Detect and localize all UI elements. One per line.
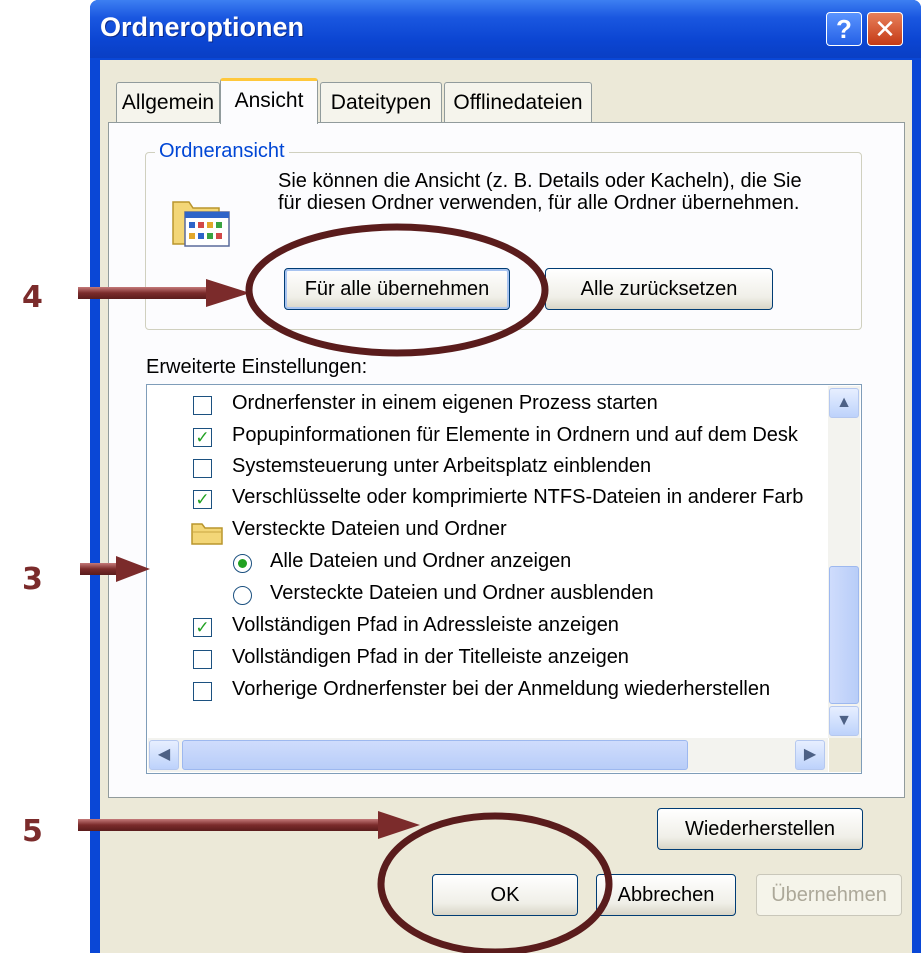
annotation-label-4: 4 bbox=[22, 280, 43, 315]
annotation-label-5: 5 bbox=[22, 814, 43, 849]
annotation-label-3: 3 bbox=[22, 562, 43, 597]
annotation-overlay bbox=[78, 223, 613, 953]
annotation-ellipse-5 bbox=[377, 812, 613, 953]
annotation-arrow-4 bbox=[78, 279, 250, 307]
annotation-arrow-5 bbox=[78, 811, 420, 839]
annotation-ellipse-4 bbox=[245, 223, 549, 357]
annotation-arrow-3 bbox=[80, 556, 150, 582]
tab-ansicht[interactable]: Ansicht bbox=[220, 78, 318, 124]
